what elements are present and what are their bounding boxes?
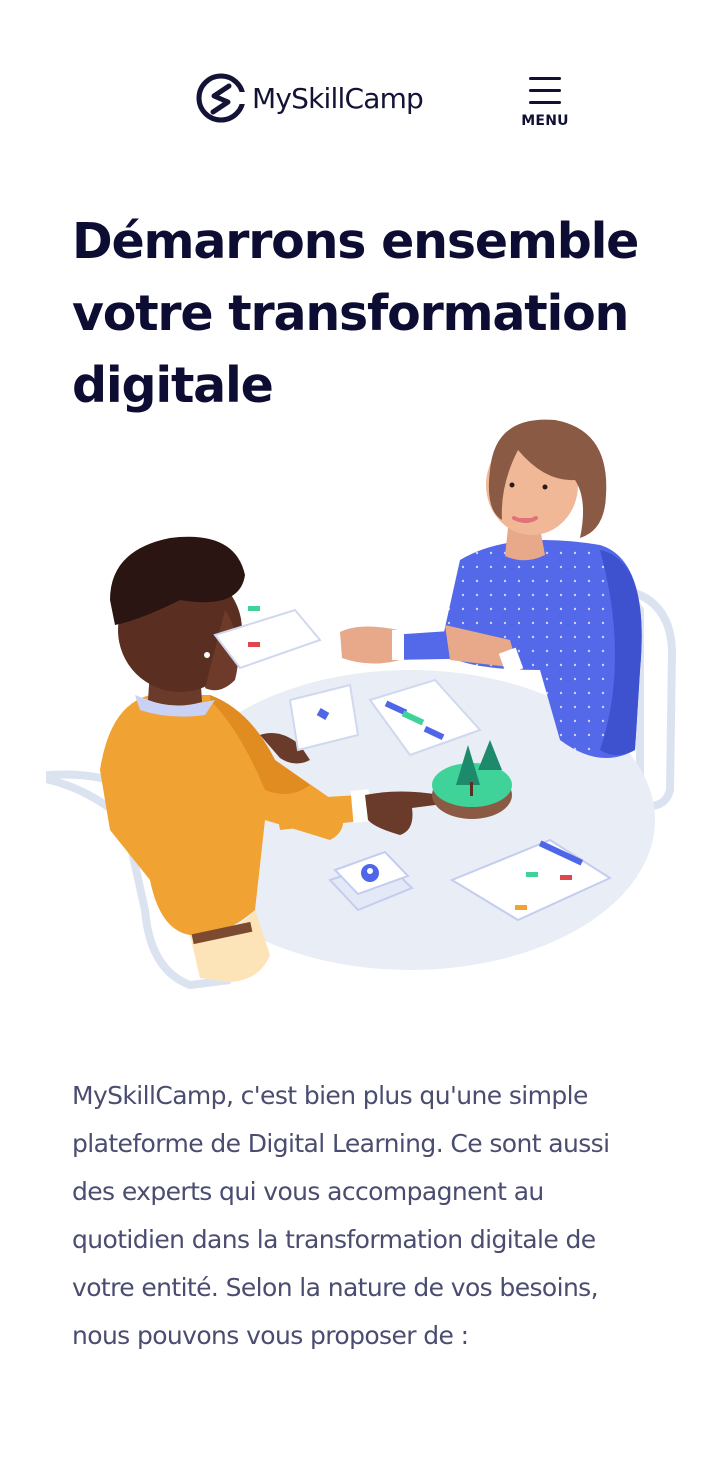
- menu-button[interactable]: MENU: [520, 72, 570, 132]
- menu-label: MENU: [521, 113, 569, 129]
- page-title: Démarrons ensemble votre transformation …: [72, 213, 639, 414]
- hamburger-icon: [529, 77, 561, 104]
- site-header: MySkillCamp MENU: [0, 0, 720, 170]
- myskillcamp-logo-icon: [196, 73, 246, 123]
- two-people-meeting-at-table-illustration: [46, 419, 677, 990]
- brand-logo[interactable]: MySkillCamp: [196, 72, 424, 124]
- brand-name: MySkillCamp: [252, 81, 424, 115]
- intro-paragraph: MySkillCamp, c'est bien plus qu'une simp…: [72, 1081, 610, 1350]
